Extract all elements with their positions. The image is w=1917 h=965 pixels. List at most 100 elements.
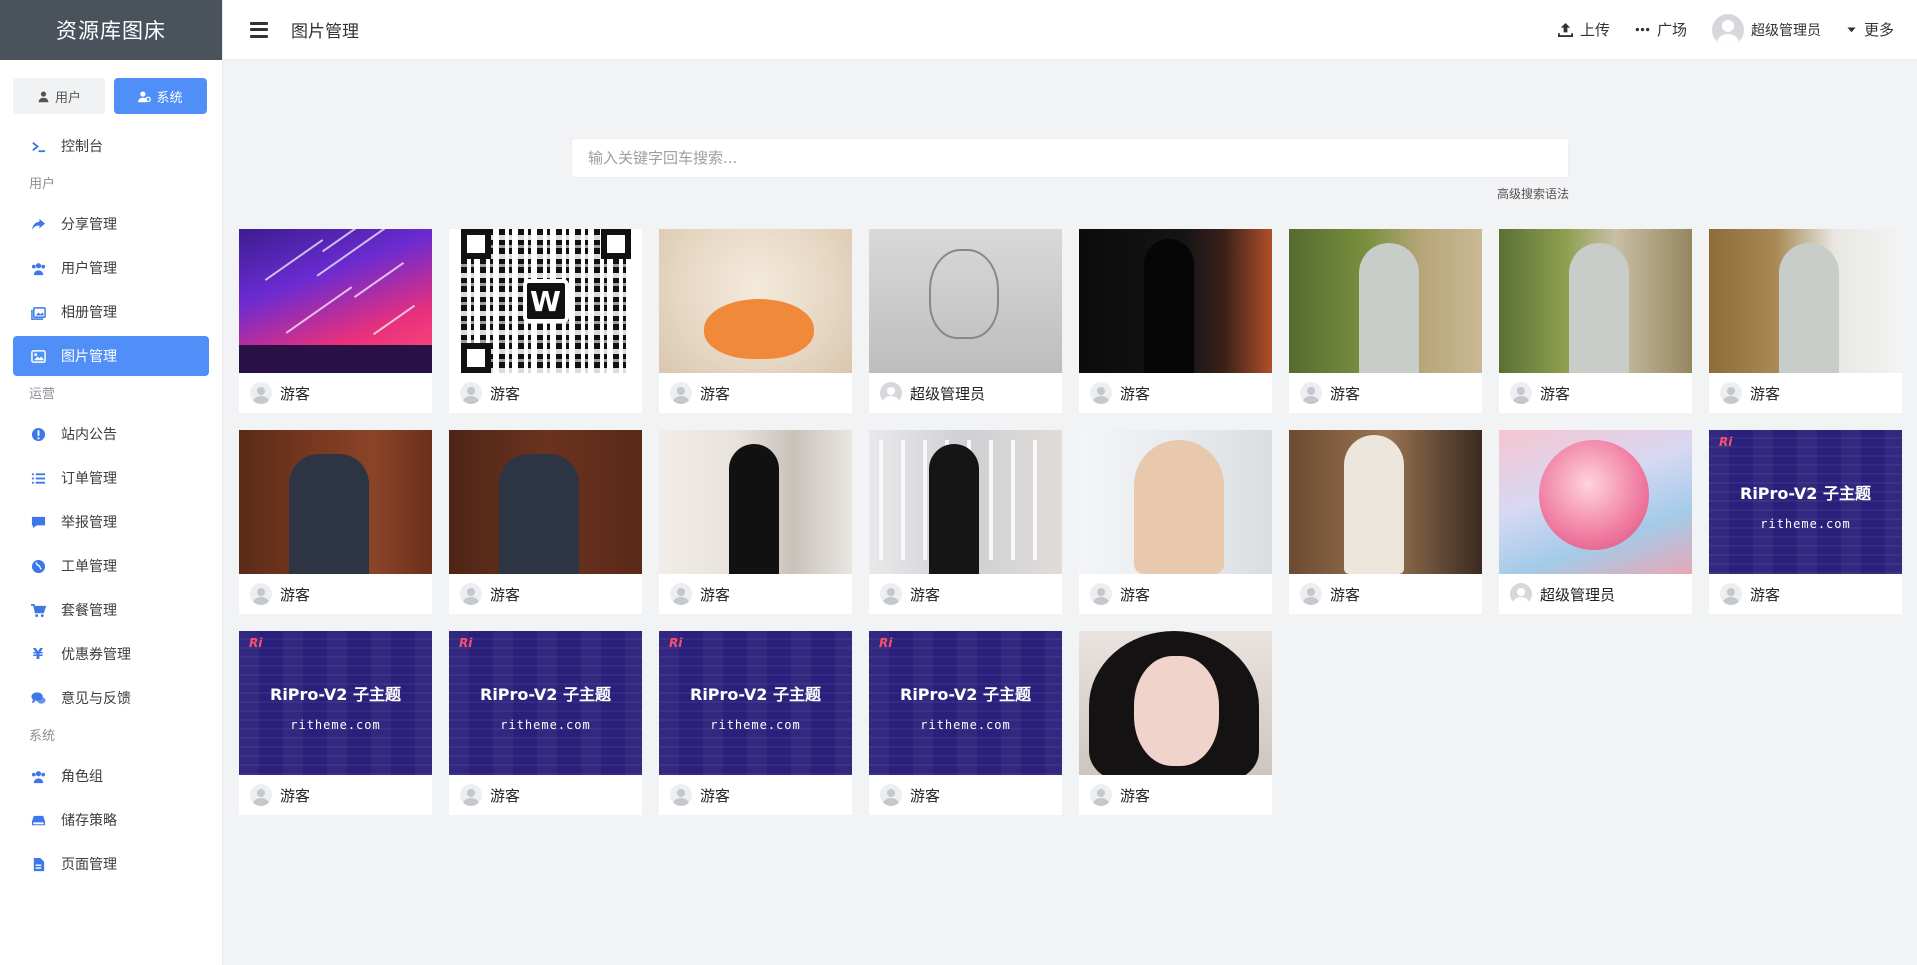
cart-icon	[29, 601, 47, 619]
uploader-avatar	[250, 583, 272, 605]
image-thumbnail[interactable]	[1079, 229, 1272, 373]
image-thumbnail[interactable]	[1499, 430, 1692, 574]
sidebar-item-users[interactable]: 用户管理	[13, 248, 209, 288]
image-card[interactable]: 游客	[239, 229, 432, 413]
username: 超级管理员	[1750, 22, 1821, 39]
sidebar-item-share[interactable]: 分享管理	[13, 204, 209, 244]
ripro-logo: Ri	[249, 636, 263, 650]
image-card[interactable]: Ri RiPro-V2 子主题 ritheme.com 游客	[659, 631, 852, 815]
image-card[interactable]: 游客	[1499, 229, 1692, 413]
uploader-avatar	[1300, 583, 1322, 605]
nav-group-user: 用户	[29, 177, 56, 192]
uploader-name: 游客	[1330, 384, 1361, 403]
image-thumbnail[interactable]	[1289, 430, 1482, 574]
sidebar-item-label: 意见与反馈	[61, 691, 131, 707]
ripro-site: ritheme.com	[500, 718, 591, 732]
image-card[interactable]: Ri RiPro-V2 子主题 ritheme.com 游客	[239, 631, 432, 815]
user-menu[interactable]: 超级管理员	[1711, 13, 1821, 46]
sidebar-item-dashboard[interactable]: 控制台	[13, 126, 209, 166]
image-thumbnail[interactable]: Ri RiPro-V2 子主题 ritheme.com	[1709, 430, 1902, 574]
image-thumbnail[interactable]: Ri RiPro-V2 子主题 ritheme.com	[449, 631, 642, 775]
caret-down-icon	[1847, 27, 1856, 33]
uploader-name: 游客	[1330, 585, 1361, 604]
image-card[interactable]: 游客	[869, 430, 1062, 614]
list-icon	[29, 469, 47, 487]
user-mode-button[interactable]: 用户	[13, 78, 105, 114]
sidebar-item-plans[interactable]: 套餐管理	[13, 590, 209, 630]
user-mode-label: 用户	[54, 90, 81, 106]
image-thumbnail[interactable]	[869, 229, 1062, 373]
image-card[interactable]: 游客	[449, 430, 642, 614]
image-card[interactable]: 游客	[1289, 430, 1482, 614]
card-footer: 游客	[449, 574, 642, 614]
image-thumbnail[interactable]	[1709, 229, 1902, 373]
system-mode-label: 系统	[156, 90, 183, 106]
globe-icon	[29, 557, 47, 575]
square-button[interactable]: 广场	[1635, 19, 1687, 40]
image-thumbnail[interactable]	[659, 229, 852, 373]
sidebar-item-pages[interactable]: 页面管理	[13, 844, 209, 884]
image-card[interactable]: 游客	[659, 430, 852, 614]
sidebar-item-tickets[interactable]: 工单管理	[13, 546, 209, 586]
image-card[interactable]: 游客	[1079, 229, 1272, 413]
more-label: 更多	[1863, 21, 1894, 39]
nav-group-system: 系统	[29, 729, 56, 744]
image-card[interactable]: 超级管理员	[869, 229, 1062, 413]
image-thumbnail[interactable]	[239, 229, 432, 373]
image-card[interactable]: Ri RiPro-V2 子主题 ritheme.com 游客	[1709, 430, 1902, 614]
uploader-name: 游客	[700, 585, 731, 604]
sidebar-item-label: 角色组	[61, 769, 103, 785]
image-thumbnail[interactable]	[659, 430, 852, 574]
image-thumbnail[interactable]: Ri RiPro-V2 子主题 ritheme.com	[869, 631, 1062, 775]
system-mode-button[interactable]: 系统	[114, 78, 207, 114]
image-card[interactable]: Ri RiPro-V2 子主题 ritheme.com 游客	[869, 631, 1062, 815]
exclamation-circle-icon	[29, 425, 47, 443]
image-card[interactable]: W 游客	[449, 229, 642, 413]
sidebar-item-storage[interactable]: 储存策略	[13, 800, 209, 840]
search-input[interactable]	[571, 138, 1569, 178]
image-thumbnail[interactable]	[1289, 229, 1482, 373]
image-card[interactable]: 游客	[239, 430, 432, 614]
image-card[interactable]: 游客	[1289, 229, 1482, 413]
terminal-icon	[29, 137, 47, 155]
sidebar-item-albums[interactable]: 相册管理	[13, 292, 209, 332]
image-thumbnail[interactable]	[239, 430, 432, 574]
image-thumbnail[interactable]	[1079, 631, 1272, 775]
uploader-name: 超级管理员	[1540, 585, 1616, 604]
image-card[interactable]: 游客	[1079, 631, 1272, 815]
user-group-icon	[29, 767, 47, 785]
sidebar-item-orders[interactable]: 订单管理	[13, 458, 209, 498]
hdd-icon	[29, 811, 47, 829]
upload-button[interactable]: 上传	[1557, 19, 1610, 40]
image-thumbnail[interactable]	[1079, 430, 1272, 574]
image-thumbnail[interactable]: W	[449, 229, 642, 373]
image-card[interactable]: 超级管理员	[1499, 430, 1692, 614]
sidebar-item-roles[interactable]: 角色组	[13, 756, 209, 796]
image-thumbnail[interactable]: Ri RiPro-V2 子主题 ritheme.com	[659, 631, 852, 775]
advanced-search-link[interactable]: 高级搜索语法	[1497, 185, 1569, 202]
image-thumbnail[interactable]	[1499, 229, 1692, 373]
menu-toggle-icon[interactable]	[250, 21, 268, 38]
image-card[interactable]: Ri RiPro-V2 子主题 ritheme.com 游客	[449, 631, 642, 815]
image-card[interactable]: 游客	[659, 229, 852, 413]
sidebar-item-coupons[interactable]: ¥ 优惠券管理	[13, 634, 209, 674]
mode-switch: 用户 系统	[0, 60, 222, 114]
sidebar-item-notice[interactable]: 站内公告	[13, 414, 209, 454]
main-content: 高级搜索语法 游客W游客游客超级管理员游客游客游客游客游客游客游客游客游客游客超…	[223, 60, 1917, 965]
image-card[interactable]: 游客	[1079, 430, 1272, 614]
sidebar-item-images[interactable]: 图片管理	[13, 336, 209, 376]
ellipsis-icon	[1635, 27, 1650, 32]
sidebar-item-reports[interactable]: 举报管理	[13, 502, 209, 542]
comment-icon	[29, 513, 47, 531]
ripro-logo: Ri	[1719, 435, 1733, 449]
image-thumbnail[interactable]	[449, 430, 642, 574]
brand-logo[interactable]: 资源库图床	[0, 0, 222, 60]
image-thumbnail[interactable]: Ri RiPro-V2 子主题 ritheme.com	[239, 631, 432, 775]
image-card[interactable]: 游客	[1709, 229, 1902, 413]
sidebar-item-label: 套餐管理	[61, 603, 117, 619]
sidebar-item-feedback[interactable]: 意见与反馈	[13, 678, 209, 718]
more-menu-button[interactable]: 更多	[1846, 19, 1894, 40]
card-footer: 游客	[1079, 574, 1272, 614]
card-footer: 游客	[239, 373, 432, 413]
image-thumbnail[interactable]	[869, 430, 1062, 574]
